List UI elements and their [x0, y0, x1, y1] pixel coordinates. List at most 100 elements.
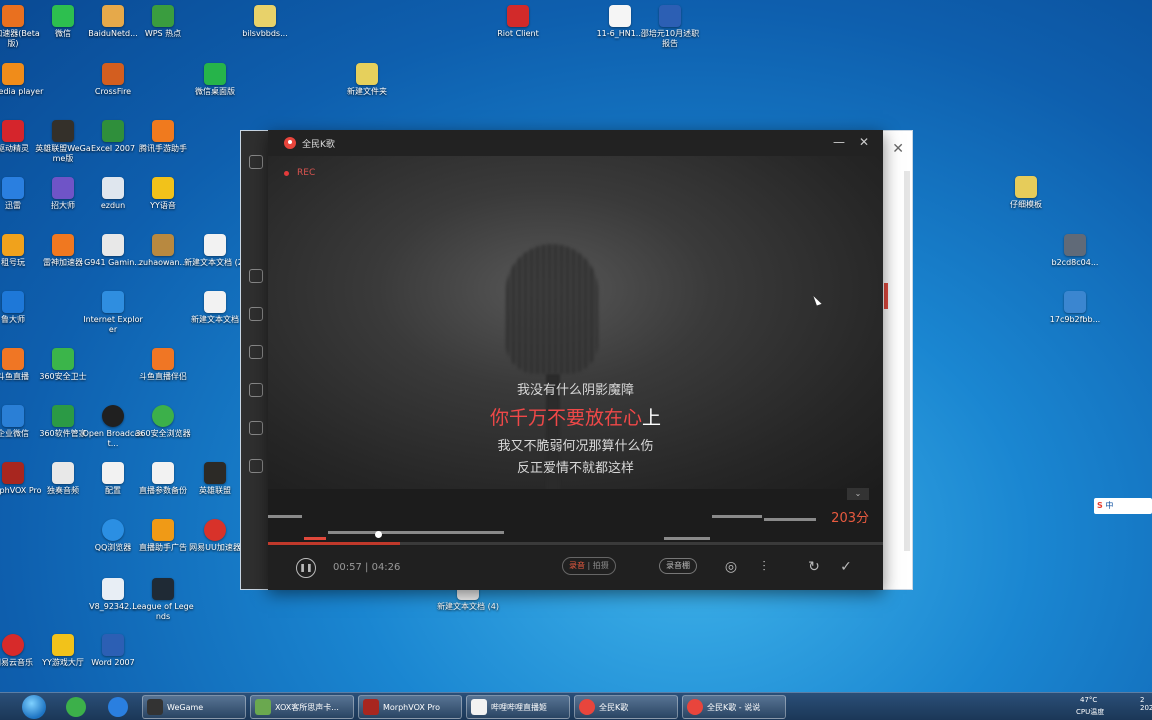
desktop-icon-360browser[interactable]: 360安全浏览器	[132, 405, 194, 439]
pitch-bar	[764, 518, 816, 521]
desktop-icon-wechat-desktop[interactable]: 微信桌面版	[184, 63, 246, 97]
lol-icon	[204, 462, 226, 484]
close-icon[interactable]: ✕	[859, 135, 869, 149]
vlc-icon	[2, 63, 24, 85]
desktop-icon-yy[interactable]: YY语音	[132, 177, 194, 211]
finish-check-icon[interactable]: ✓	[837, 558, 855, 576]
scrollbar[interactable]	[904, 171, 910, 551]
cpu-temp: 47°C	[1080, 696, 1098, 704]
ktv-logo-icon	[284, 137, 296, 149]
desktop-icon-b2cd8c04[interactable]: b2cd8c04...	[1044, 234, 1106, 268]
sidebar-icon[interactable]	[249, 383, 263, 397]
lol-icon	[152, 578, 174, 600]
desktop-icon-17c9b2fbb[interactable]: 17c9b2fbb...	[1044, 291, 1106, 325]
xunlei-pin-icon[interactable]	[108, 697, 128, 717]
pause-button[interactable]: ❚❚	[296, 558, 316, 578]
active-indicator	[884, 283, 888, 309]
ime-toolbar[interactable]: S 中	[1094, 498, 1152, 514]
collapse-button[interactable]: ⌄	[847, 488, 869, 500]
mode-video[interactable]: 拍摄	[593, 561, 609, 570]
taskbar-item-morphvox[interactable]: MorphVOX Pro	[358, 695, 462, 719]
pitch-bar	[268, 515, 302, 518]
close-icon[interactable]: ✕	[892, 141, 904, 157]
mode-separator: |	[587, 561, 591, 570]
desktop-icon-tencent-assistant[interactable]: 腾讯手游助手	[132, 120, 194, 154]
desktop-icon-douyu-companion[interactable]: 斗鱼直播伴侣	[132, 348, 194, 382]
loop-icon[interactable]: ↻	[805, 558, 823, 576]
taskbar-item-ktv[interactable]: 全民K歌	[574, 695, 678, 719]
sidebar-icon[interactable]	[249, 421, 263, 435]
desktop-icon-media-player[interactable]: C media player	[0, 63, 44, 97]
minimize-icon[interactable]: —	[833, 135, 845, 149]
app-icon	[152, 519, 174, 541]
sidebar-icon[interactable]	[249, 155, 263, 169]
excel-icon	[102, 120, 124, 142]
progress-bar[interactable]	[268, 542, 883, 545]
obs-icon	[102, 405, 124, 427]
document-icon	[204, 291, 226, 313]
360-icon	[52, 405, 74, 427]
rec-indicator: REC	[284, 168, 315, 178]
game-assistant-icon	[152, 120, 174, 142]
lol-icon	[52, 120, 74, 142]
ktv-icon	[687, 699, 703, 715]
sidebar-icon[interactable]	[249, 459, 263, 473]
ime-mode: 中	[1105, 501, 1114, 510]
package-icon	[152, 234, 174, 256]
desktop-icon-report[interactable]: 邵培元10月述职报告	[639, 5, 701, 49]
desktop-icon-newtext[interactable]: 新建文本文档	[184, 291, 246, 325]
desktop-icon-lol[interactable]: 英雄联盟	[184, 462, 246, 496]
lyrics-panel: 我没有什么阴影魔障 你千万不要放在心上 我又不脆弱何况那算什么伤 反正爱情不就都…	[268, 380, 883, 480]
desktop-icon-file-bilsvbbds[interactable]: bilsvbbds...	[234, 5, 296, 39]
rec-dot-icon	[284, 170, 289, 176]
document-icon	[609, 5, 631, 27]
desktop-icon-league[interactable]: League of Legends	[132, 578, 194, 622]
clock[interactable]: 2 202	[1140, 696, 1152, 712]
taskbar-item-soundcard[interactable]: XOX客所思声卡...	[250, 695, 354, 719]
driver-icon	[2, 120, 24, 142]
time-current: 00:57	[333, 562, 362, 573]
lyric-current: 你千万不要放在心上	[268, 402, 883, 436]
desktop-icon-newtext2[interactable]: 新建文本文档 (2)	[184, 234, 246, 268]
desktop-icon-new-folder[interactable]: 新建文件夹	[336, 63, 398, 97]
time-total: 04:26	[371, 562, 401, 573]
tuning-icon[interactable]: ◎	[722, 558, 740, 576]
taskbar-item-wegame[interactable]: WeGame	[142, 695, 246, 719]
sidebar-icon[interactable]	[249, 269, 263, 283]
accelerator-icon	[52, 234, 74, 256]
desktop-icon-ie[interactable]: Internet Explorer	[82, 291, 144, 335]
desktop-icon-wps[interactable]: WPS 热点	[132, 5, 194, 39]
cpu-temp-label: CPU温度	[1076, 708, 1105, 716]
yy-icon	[152, 177, 174, 199]
mode-toggle[interactable]: 录音 | 拍摄	[562, 557, 616, 575]
score-label: 203分	[831, 511, 869, 526]
desktop-icon-ludashi[interactable]: 鲁大师	[0, 291, 44, 325]
wework-icon	[2, 405, 24, 427]
sidebar-icon[interactable]	[249, 345, 263, 359]
wegame-icon	[147, 699, 163, 715]
douyu-icon	[2, 348, 24, 370]
desktop-icon-word[interactable]: Word 2007	[82, 634, 144, 668]
ktv-titlebar[interactable]: 全民K歌 — ✕	[268, 130, 883, 156]
desktop-icon-template[interactable]: 仔细模板	[995, 176, 1057, 210]
desktop-icon-360safe[interactable]: 360安全卫士	[32, 348, 94, 382]
start-button[interactable]	[22, 695, 46, 719]
desktop-icon-crossfire[interactable]: CrossFire	[82, 63, 144, 97]
sidebar-icon[interactable]	[249, 307, 263, 321]
accelerator-icon	[2, 5, 24, 27]
sogou-icon: S	[1097, 501, 1103, 510]
pitch-bar	[712, 515, 762, 518]
app-icon	[102, 578, 124, 600]
taskbar-item-ktv-shuoshuo[interactable]: 全民K歌 - 说说	[682, 695, 786, 719]
desktop-icon-uu[interactable]: 网易UU加速器	[184, 519, 246, 553]
browser-pin-icon[interactable]	[66, 697, 86, 717]
lyric-prev: 我没有什么阴影魔障	[516, 383, 634, 398]
equalizer-icon[interactable]: ⫶	[755, 558, 773, 576]
desktop-icon-riot-client[interactable]: Riot Client	[487, 5, 549, 39]
morphvox-icon	[363, 699, 379, 715]
taskbar-item-bilibili[interactable]: 哔哩哔哩直播姬	[466, 695, 570, 719]
studio-button[interactable]: 录音棚	[659, 558, 697, 574]
mode-audio[interactable]: 录音	[569, 561, 585, 570]
document-icon	[102, 234, 124, 256]
music-icon	[2, 634, 24, 656]
